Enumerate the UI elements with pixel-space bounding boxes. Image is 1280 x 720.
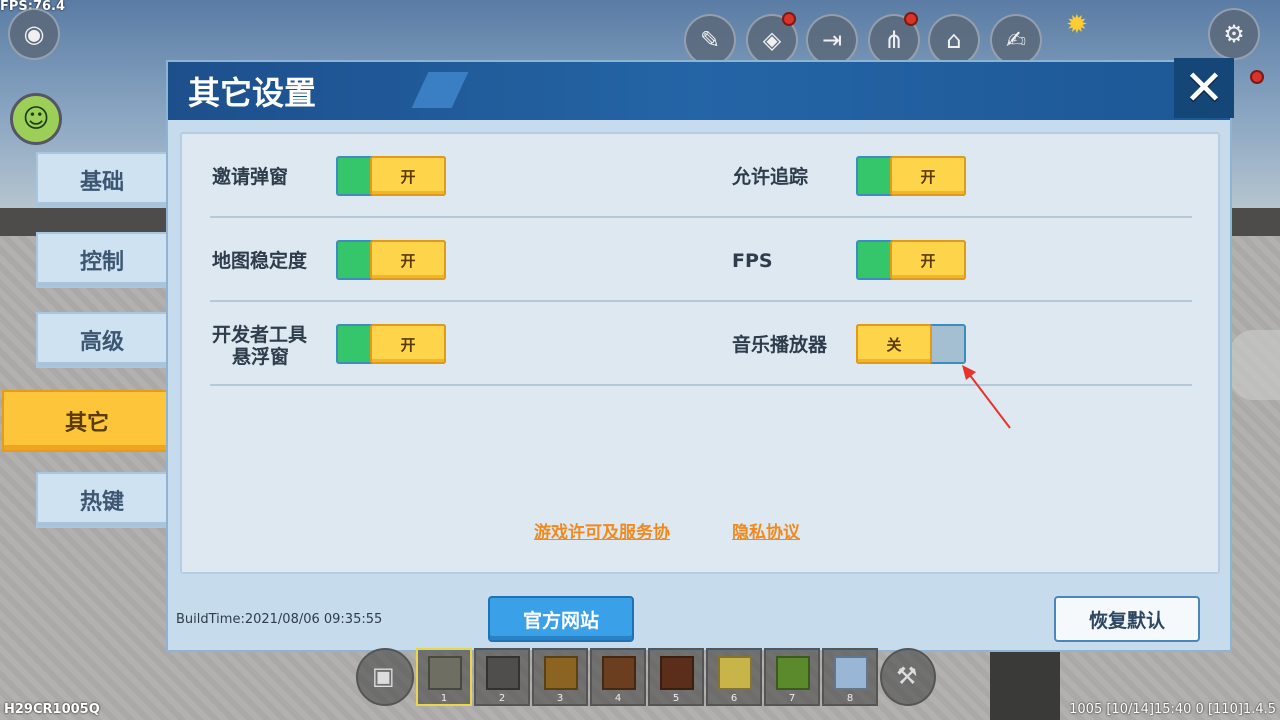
map-stability-toggle[interactable]: 开 [336, 240, 446, 280]
row-divider [210, 300, 1192, 302]
block-icon [718, 656, 752, 690]
block-icon [834, 656, 868, 690]
hotbar: ▣ 1 2 3 4 5 6 7 8 ⚒ [356, 648, 938, 706]
bag-icon: ◈ [762, 26, 782, 54]
notification-dot [1250, 70, 1264, 84]
music-player-label: 音乐播放器 [732, 334, 828, 356]
block-icon [544, 656, 578, 690]
hotbar-slot[interactable]: 7 [764, 648, 820, 706]
hammer-icon: ⚒ [896, 662, 918, 690]
privacy-link[interactable]: 隐私协议 [732, 518, 800, 543]
pencil-icon: ✎ [699, 26, 721, 54]
tab-basic[interactable]: 基础 [36, 152, 166, 208]
tools-button[interactable]: ✎ [684, 14, 736, 66]
header-decoration [411, 72, 469, 108]
fps-toggle[interactable]: 开 [856, 240, 966, 280]
invite-popup-label: 邀请弹窗 [212, 166, 289, 188]
enter-icon: ⇥ [821, 26, 843, 54]
character-icon: ☺ [22, 104, 50, 134]
block-icon [776, 656, 810, 690]
dev-tools-toggle[interactable]: 开 [336, 324, 446, 364]
notification-dot [904, 12, 918, 26]
device-id: H29CR1005Q [4, 702, 100, 717]
block-icon [602, 656, 636, 690]
edit-icon: ✍ [1005, 26, 1027, 54]
hotbar-slot[interactable]: 8 [822, 648, 878, 706]
home-button[interactable]: ⌂ [928, 14, 980, 66]
toggle-state: 关 [856, 324, 932, 364]
eye-icon: ◉ [23, 20, 45, 48]
tab-advanced[interactable]: 高级 [36, 312, 166, 368]
hotbar-slot[interactable]: 6 [706, 648, 762, 706]
version-info: 1005 [10/14]15:40 0 [110]1.4.5 [1069, 702, 1276, 717]
allow-tracking-toggle[interactable]: 开 [856, 156, 966, 196]
settings-button[interactable]: ⚙ [1208, 8, 1260, 60]
block-icon [660, 656, 694, 690]
fps-label: FPS [732, 250, 773, 272]
hotbar-slot[interactable]: 3 [532, 648, 588, 706]
hotbar-slot[interactable]: 4 [590, 648, 646, 706]
backpack-button[interactable]: ▣ [356, 648, 414, 706]
gear-icon: ⚙ [1223, 20, 1245, 48]
tab-other[interactable]: 其它 [2, 390, 172, 452]
tab-control[interactable]: 控制 [36, 232, 166, 288]
toggle-state: 开 [890, 240, 966, 280]
side-action-button[interactable] [1226, 330, 1280, 400]
hotbar-slot[interactable]: 1 [416, 648, 472, 706]
close-button[interactable]: ✕ [1174, 58, 1234, 118]
hotbar-slot[interactable]: 5 [648, 648, 704, 706]
build-tool-button[interactable]: ⚒ [880, 648, 936, 706]
close-icon: ✕ [1183, 60, 1225, 116]
official-site-button[interactable]: 官方网站 [488, 596, 634, 642]
notification-dot [782, 12, 796, 26]
share-icon: ⋔ [883, 26, 905, 54]
settings-panel: 其它设置 ✕ 邀请弹窗 开 允许追踪 开 地图稳定度 开 FPS 开 开发者工具 [166, 58, 1234, 652]
sun-icon: ✹ [1066, 10, 1088, 40]
map-stability-label: 地图稳定度 [212, 250, 308, 272]
eye-button[interactable]: ◉ [8, 8, 60, 60]
block-icon [428, 656, 462, 690]
dev-tools-label-line2: 悬浮窗 [232, 346, 290, 368]
toggle-state: 开 [370, 324, 446, 364]
page-title: 其它设置 [188, 74, 317, 112]
avatar[interactable]: ☺ [10, 93, 62, 145]
panel-header: 其它设置 [168, 62, 1230, 120]
home-icon: ⌂ [946, 26, 962, 54]
invite-popup-toggle[interactable]: 开 [336, 156, 446, 196]
allow-tracking-label: 允许追踪 [732, 166, 809, 188]
music-player-toggle[interactable]: 关 [856, 324, 966, 364]
restore-default-button[interactable]: 恢复默认 [1054, 596, 1200, 642]
backpack-icon: ▣ [372, 662, 395, 690]
annotation-arrow-icon [962, 365, 1011, 429]
settings-content: 邀请弹窗 开 允许追踪 开 地图稳定度 开 FPS 开 开发者工具 悬浮窗 开 [180, 132, 1220, 574]
toggle-state: 开 [370, 156, 446, 196]
row-divider [210, 384, 1192, 386]
license-link[interactable]: 游戏许可及服务协 [534, 518, 670, 543]
row-divider [210, 216, 1192, 218]
toggle-state: 开 [370, 240, 446, 280]
edit-button[interactable]: ✍ [990, 14, 1042, 66]
tab-hotkeys[interactable]: 热键 [36, 472, 166, 528]
hotbar-slot[interactable]: 2 [474, 648, 530, 706]
toggle-state: 开 [890, 156, 966, 196]
dev-tools-label-line1: 开发者工具 [212, 324, 308, 346]
block-icon [486, 656, 520, 690]
build-time: BuildTime:2021/08/06 09:35:55 [176, 612, 383, 627]
enter-button[interactable]: ⇥ [806, 14, 858, 66]
world-block [990, 640, 1060, 720]
